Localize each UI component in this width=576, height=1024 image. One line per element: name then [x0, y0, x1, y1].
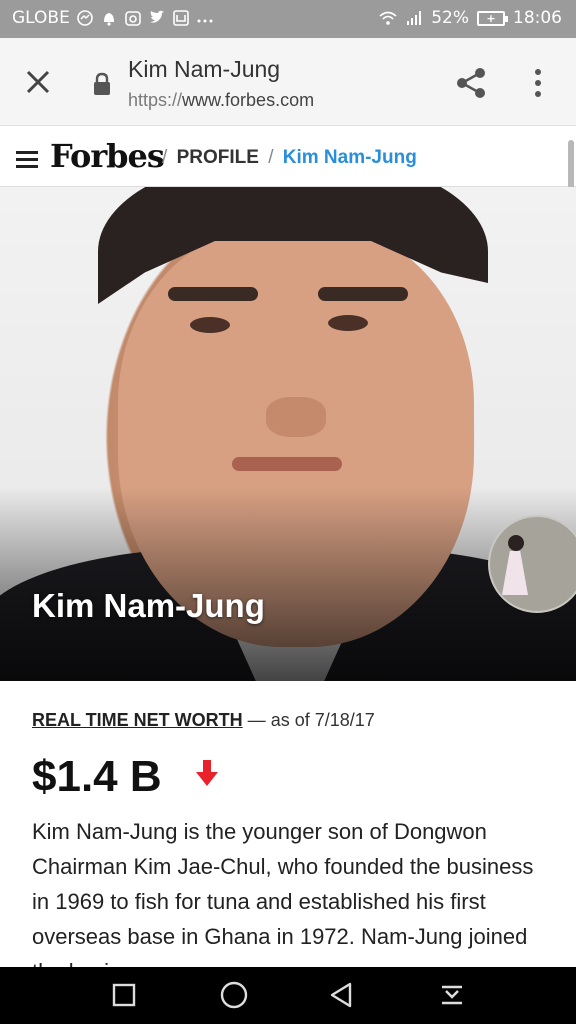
- hamburger-menu-icon[interactable]: [16, 151, 38, 168]
- square-icon: [112, 983, 136, 1007]
- breadcrumb-separator: /: [268, 147, 274, 168]
- breadcrumb-separator: /: [162, 147, 168, 168]
- overflow-menu-button[interactable]: [528, 66, 548, 100]
- more-icon: [196, 9, 214, 27]
- home-button[interactable]: [218, 979, 250, 1011]
- net-worth-label[interactable]: REAL TIME NET WORTH: [32, 710, 243, 730]
- floating-avatar-bubble[interactable]: [488, 515, 576, 613]
- profile-photo: Kim Nam-Jung: [0, 187, 576, 681]
- net-worth-date: as of 7/18/17: [270, 710, 375, 730]
- page-title: Kim Nam-Jung: [128, 56, 281, 82]
- breadcrumb-profile[interactable]: PROFILE: [177, 147, 259, 168]
- carrier-label: GLOBE: [12, 8, 70, 28]
- system-navigation-bar: [0, 967, 576, 1024]
- more-vertical-icon: [535, 69, 541, 97]
- share-button[interactable]: [454, 66, 488, 100]
- breadcrumb: / PROFILE / Kim Nam-Jung: [158, 147, 417, 169]
- close-tab-button[interactable]: [22, 66, 54, 98]
- breadcrumb-current[interactable]: Kim Nam-Jung: [283, 147, 417, 168]
- recents-button[interactable]: [108, 979, 140, 1011]
- instagram-icon: [124, 9, 142, 27]
- net-worth-dash: —: [247, 710, 266, 730]
- messenger-icon: [76, 9, 94, 27]
- battery-percent: 52%: [431, 8, 469, 28]
- url-bar[interactable]: https://www.forbes.com: [128, 90, 314, 111]
- back-button[interactable]: [326, 979, 358, 1011]
- battery-icon: +: [477, 10, 508, 26]
- pull-down-icon: [442, 985, 462, 1005]
- profile-name: Kim Nam-Jung: [32, 587, 265, 624]
- url-protocol: https://: [128, 90, 183, 110]
- lock-icon: [92, 72, 112, 96]
- net-worth-header: REAL TIME NET WORTH — as of 7/18/17: [32, 710, 375, 731]
- net-worth-value: $1.4 B: [32, 752, 162, 801]
- back-triangle-icon: [330, 982, 352, 1008]
- forbes-logo[interactable]: Forbes: [50, 137, 165, 175]
- signal-icon: [405, 9, 423, 27]
- twitter-icon: [148, 9, 166, 27]
- close-icon: [26, 70, 50, 94]
- wifi-icon: [379, 9, 397, 27]
- browser-toolbar: Kim Nam-Jung https://www.forbes.com: [0, 38, 576, 165]
- status-bar: GLOBE 52% + 18:06: [0, 0, 576, 38]
- profile-content: REAL TIME NET WORTH — as of 7/18/17 $1.4…: [0, 682, 576, 967]
- circle-icon: [220, 981, 248, 1009]
- url-host: www.forbes.com: [182, 90, 315, 110]
- share-icon: [457, 68, 485, 98]
- notification-drawer-button[interactable]: [436, 979, 468, 1011]
- app-icon: [172, 9, 190, 27]
- arrow-down-icon: [196, 760, 218, 786]
- bio-text: Kim Nam-Jung is the younger son of Dongw…: [32, 819, 534, 967]
- notification-icon: [100, 9, 118, 27]
- clock: 18:06: [513, 8, 562, 28]
- site-header: Forbes / PROFILE / Kim Nam-Jung: [0, 127, 576, 187]
